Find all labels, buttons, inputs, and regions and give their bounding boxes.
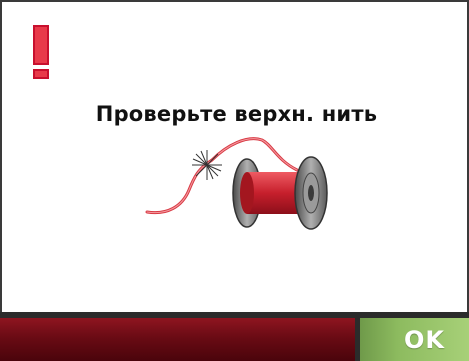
ok-button[interactable]: OK [360, 318, 469, 361]
status-strip [0, 318, 355, 361]
exclamation-icon [33, 25, 49, 79]
sewing-machine-screen: Проверьте верхн. нить OK [0, 0, 469, 361]
alert-message: Проверьте верхн. нить [95, 102, 378, 126]
ok-label: OK [404, 325, 445, 354]
thread-spool-icon [145, 137, 328, 230]
alert-dialog: Проверьте верхн. нить [0, 0, 469, 312]
